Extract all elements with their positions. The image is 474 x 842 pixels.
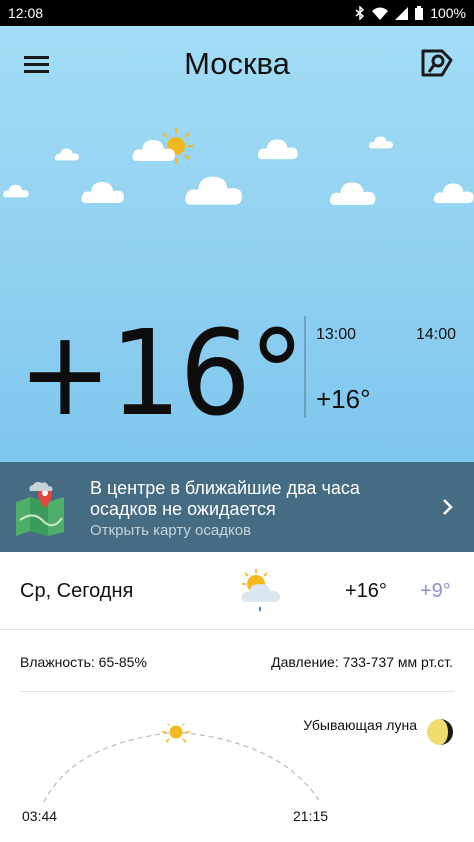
weather-header: Москва +16° 13:00 14:00 +16° (0, 26, 474, 462)
battery-icon (415, 6, 424, 20)
status-time: 12:08 (8, 5, 44, 21)
precipitation-banner[interactable]: В центре в ближайшие два часа осадков не… (0, 462, 474, 552)
cloud-icon (257, 139, 298, 160)
battery-percent: 100% (430, 5, 466, 21)
min-temperature: +9° (420, 580, 451, 602)
sunset-time: 21:15 (293, 808, 329, 824)
nowcast-text: В центре в ближайшие два часа осадков не… (90, 478, 360, 519)
details-panel: Влажность: 65-85% Давление: 733-737 мм р… (0, 630, 474, 842)
cloud-icon (185, 176, 242, 205)
cloud-icon (81, 182, 124, 203)
signal-icon (395, 6, 409, 20)
city-title: Москва (184, 46, 290, 81)
hourly-time: 13:00 (316, 326, 357, 343)
chevron-right-icon (443, 499, 453, 515)
hourly-time: 14:00 (416, 326, 457, 343)
cloud-icon (330, 182, 376, 205)
moon-phase-text: Убывающая луна (303, 717, 417, 733)
wifi-icon (372, 7, 389, 20)
max-temperature: +16° (345, 580, 387, 602)
divider (304, 316, 306, 418)
partly-cloudy-rain-icon (241, 569, 280, 612)
status-icons: 100% (355, 5, 466, 21)
precipitation-map-icon (16, 481, 64, 536)
today-forecast-row[interactable]: Ср, Сегодня +16° +9° (0, 552, 474, 630)
sunrise-time: 03:44 (22, 808, 58, 824)
cloud-icon (132, 140, 175, 161)
hourly-temperature: +16° (316, 384, 371, 414)
cloud-icon (3, 184, 29, 198)
current-temperature: +16° (18, 304, 305, 442)
sun-path-arc (43, 724, 321, 803)
day-label: Ср, Сегодня (20, 580, 134, 602)
open-precipitation-map-link[interactable]: Открыть карту осадков (90, 522, 251, 539)
divider (20, 691, 454, 692)
cloud-icon (368, 136, 393, 149)
waning-moon-icon (427, 719, 453, 745)
humidity-text: Влажность: 65-85% (20, 654, 147, 670)
pressure-text: Давление: 733-737 мм рт.ст. (271, 654, 453, 670)
cloud-icon (54, 148, 79, 161)
bluetooth-icon (355, 6, 365, 20)
map-pin-icon[interactable] (420, 48, 454, 78)
status-bar: 12:08 100% (0, 0, 474, 26)
cloud-icon (433, 183, 474, 204)
